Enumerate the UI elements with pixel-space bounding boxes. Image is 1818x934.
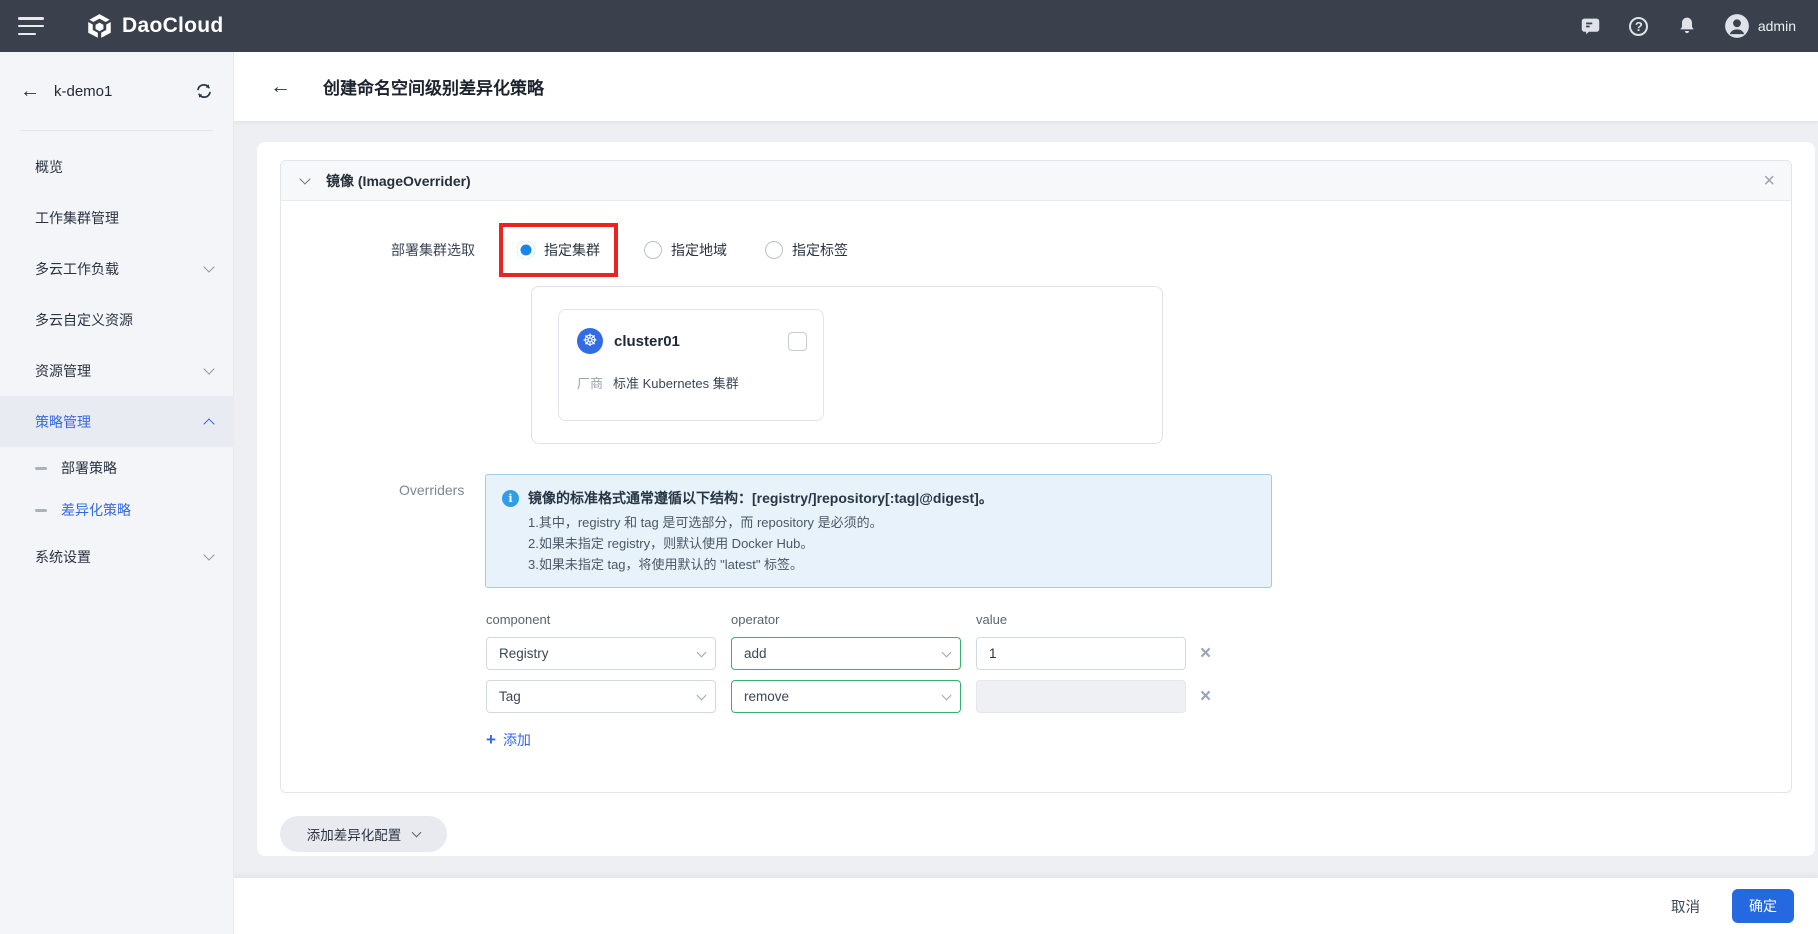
sidebar-item-override-policy[interactable]: 差异化策略 <box>0 489 233 531</box>
cluster-card[interactable]: ☸ cluster01 厂商 标准 Kubernetes 集群 <box>558 309 824 421</box>
kubernetes-icon: ☸ <box>577 328 603 354</box>
image-format-info-box: i 镜像的标准格式通常遵循以下结构：[registry/]repository[… <box>485 474 1272 588</box>
dash-icon <box>35 467 47 470</box>
user-menu[interactable]: admin <box>1724 13 1796 39</box>
switch-cluster-icon[interactable] <box>195 82 213 100</box>
add-row-link[interactable]: + 添加 <box>486 730 531 750</box>
sidebar: ← k-demo1 概览 工作集群管理 多云工作负载 多云自定义资源 资源管理 … <box>0 52 234 934</box>
table-row: Tag remove × <box>486 680 1791 713</box>
chevron-down-icon <box>942 647 952 657</box>
sidebar-item-deploy-policy[interactable]: 部署策略 <box>0 447 233 489</box>
operator-select[interactable]: remove <box>731 680 961 713</box>
user-avatar-icon <box>1724 13 1750 39</box>
table-row: Registry add × <box>486 637 1791 670</box>
column-header-operator: operator <box>731 612 961 627</box>
radio-unselected-icon[interactable] <box>765 241 783 259</box>
component-select[interactable]: Tag <box>486 680 716 713</box>
overriders-label: Overriders <box>399 474 461 588</box>
content-area: 镜像 (ImageOverrider) × 部署集群选取 指定集群 <box>234 121 1818 934</box>
chevron-down-icon <box>942 690 952 700</box>
sidebar-item-work-cluster-mgmt[interactable]: 工作集群管理 <box>0 192 233 243</box>
form-panel: 镜像 (ImageOverrider) × 部署集群选取 指定集群 <box>257 142 1815 856</box>
component-select[interactable]: Registry <box>486 637 716 670</box>
info-line: 2.如果未指定 registry，则默认使用 Docker Hub。 <box>528 533 1253 554</box>
overriders-row: Overriders i 镜像的标准格式通常遵循以下结构：[registry/]… <box>399 474 1791 588</box>
plus-icon: + <box>486 730 496 750</box>
radio-selected-icon[interactable] <box>517 241 535 259</box>
chevron-down-icon <box>697 647 707 657</box>
page-title: 创建命名空间级别差异化策略 <box>323 74 544 99</box>
sidebar-item-multicloud-workloads[interactable]: 多云工作负载 <box>0 243 233 294</box>
dash-icon <box>35 509 47 512</box>
top-navbar: DaoCloud ? admin <box>0 0 1818 52</box>
form-footer: 取消 确定 <box>234 878 1818 934</box>
overrider-table: component operator value Registry <box>486 612 1791 713</box>
delete-row-icon[interactable]: × <box>1200 686 1211 708</box>
brand-name: DaoCloud <box>122 14 224 38</box>
section-header: 镜像 (ImageOverrider) × <box>281 161 1791 201</box>
sidebar-item-multicloud-custom-resources[interactable]: 多云自定义资源 <box>0 294 233 345</box>
daocloud-cube-icon <box>86 13 113 40</box>
image-overrider-section: 镜像 (ImageOverrider) × 部署集群选取 指定集群 <box>280 160 1792 793</box>
section-title: 镜像 (ImageOverrider) <box>326 171 471 191</box>
hamburger-menu-icon[interactable] <box>18 17 44 35</box>
info-line: 3.如果未指定 tag，将使用默认的 "latest" 标签。 <box>528 554 1253 575</box>
column-header-component: component <box>486 612 716 627</box>
red-annotation-box: 指定集群 <box>499 223 618 277</box>
section-close-icon[interactable]: × <box>1763 171 1775 191</box>
username-label: admin <box>1758 18 1796 34</box>
cancel-button[interactable]: 取消 <box>1665 888 1706 925</box>
delete-row-icon[interactable]: × <box>1200 643 1211 665</box>
help-icon[interactable]: ? <box>1628 15 1650 37</box>
radio-unselected-icon[interactable] <box>644 241 662 259</box>
cluster-select-label: 部署集群选取 <box>391 240 495 260</box>
cluster-name: cluster01 <box>614 333 680 350</box>
sidebar-item-system-settings[interactable]: 系统设置 <box>0 531 233 582</box>
cluster-checkbox[interactable] <box>788 332 807 351</box>
value-input-disabled <box>976 680 1186 713</box>
page-back-arrow-icon[interactable]: ← <box>270 75 291 99</box>
page-header: ← 创建命名空间级别差异化策略 <box>234 52 1818 121</box>
sidebar-item-overview[interactable]: 概览 <box>0 141 233 192</box>
chevron-down-icon <box>412 828 422 838</box>
vendor-value: 标准 Kubernetes 集群 <box>613 373 739 392</box>
vendor-label: 厂商 <box>577 373 603 392</box>
sidebar-item-resource-mgmt[interactable]: 资源管理 <box>0 345 233 396</box>
confirm-button[interactable]: 确定 <box>1732 889 1794 923</box>
radio-specify-region[interactable]: 指定地域 <box>644 240 727 260</box>
brand-logo[interactable]: DaoCloud <box>86 13 224 40</box>
radio-specify-cluster[interactable]: 指定集群 <box>517 240 600 260</box>
chevron-down-icon <box>203 261 214 272</box>
add-override-config-button[interactable]: 添加差异化配置 <box>280 816 447 852</box>
chevron-down-icon <box>203 363 214 374</box>
sidebar-item-policy-mgmt[interactable]: 策略管理 <box>0 396 233 447</box>
cluster-picker-box: ☸ cluster01 厂商 标准 Kubernetes 集群 <box>531 286 1163 444</box>
info-line: 1.其中，registry 和 tag 是可选部分，而 repository 是… <box>528 512 1253 533</box>
operator-select[interactable]: add <box>731 637 961 670</box>
chevron-down-icon <box>203 549 214 560</box>
collapse-chevron-icon[interactable] <box>299 173 310 184</box>
notification-bell-icon[interactable] <box>1676 15 1698 37</box>
cluster-context-name[interactable]: k-demo1 <box>54 83 112 100</box>
chevron-down-icon <box>697 690 707 700</box>
column-header-value: value <box>976 612 1186 627</box>
cluster-select-row: 部署集群选取 指定集群 指定地域 <box>391 223 1791 277</box>
info-icon: i <box>502 490 519 507</box>
sidebar-back-arrow-icon[interactable]: ← <box>20 80 40 103</box>
info-title: 镜像的标准格式通常遵循以下结构：[registry/]repository[:t… <box>528 488 993 509</box>
value-input[interactable] <box>976 637 1186 670</box>
radio-specify-label[interactable]: 指定标签 <box>765 240 848 260</box>
chevron-up-icon <box>203 418 214 429</box>
message-icon[interactable] <box>1580 15 1602 37</box>
